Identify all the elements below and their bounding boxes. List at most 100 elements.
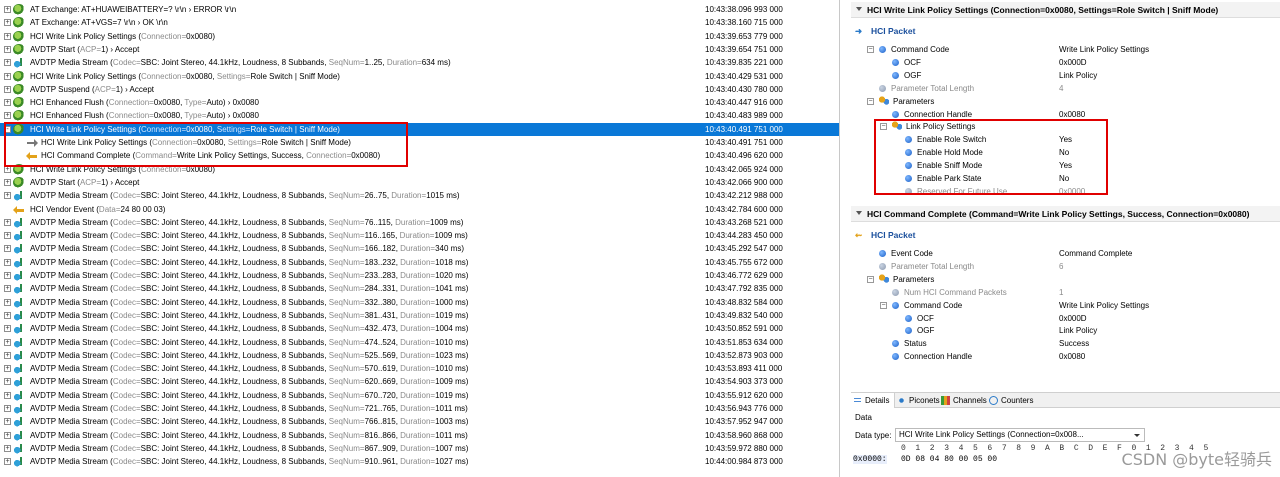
details-header-command[interactable]: HCI Write Link Policy Settings (Connecti…: [851, 2, 1280, 18]
tree-field[interactable]: Command Code: [892, 299, 962, 312]
tree-collapse-toggle[interactable]: −: [880, 301, 887, 309]
expand-toggle[interactable]: +: [4, 112, 11, 120]
tab-details[interactable]: Details: [851, 393, 895, 408]
packet-row[interactable]: + AVDTP Media Stream (Codec=SBC: Joint St…: [0, 389, 839, 402]
tree-field[interactable]: OCF: [905, 312, 934, 325]
tree-field[interactable]: OGF: [905, 324, 934, 337]
expand-toggle[interactable]: +: [4, 351, 11, 359]
expand-toggle[interactable]: +: [4, 258, 11, 266]
packet-row[interactable]: + AVDTP Media Stream (Codec=SBC: Joint St…: [0, 282, 839, 295]
packet-row[interactable]: + AVDTP Media Stream (Codec=SBC: Joint St…: [0, 336, 839, 349]
packet-row[interactable]: + AVDTP Media Stream (Codec=SBC: Joint St…: [0, 429, 839, 442]
field-dot-icon: [892, 71, 899, 79]
packet-row[interactable]: + AVDTP Media Stream (Codec=SBC: Joint St…: [0, 375, 839, 388]
tree-collapse-toggle[interactable]: −: [867, 46, 874, 53]
tab-piconets[interactable]: Piconets: [895, 393, 940, 408]
packet-row[interactable]: + AVDTP Media Stream (Codec=SBC: Joint St…: [0, 256, 839, 269]
hci-packet-node-2[interactable]: ⇜ HCI Packet: [855, 230, 915, 241]
packet-row[interactable]: HCI Vendor Event (Data=24 80 00 03) 10:43…: [0, 203, 839, 216]
tree-field[interactable]: Command Code: [879, 43, 949, 56]
tree-collapse-toggle[interactable]: −: [867, 97, 874, 105]
packet-row[interactable]: + HCI Write Link Policy Settings (Connect…: [0, 30, 839, 43]
music-icon: [13, 456, 25, 468]
expand-toggle[interactable]: +: [4, 272, 11, 279]
expand-toggle[interactable]: +: [4, 338, 11, 346]
packet-row[interactable]: + HCI Enhanced Flush (Connection=0x0080, …: [0, 109, 839, 122]
expand-toggle[interactable]: +: [4, 458, 11, 466]
summary-text: AVDTP Media Stream (: [30, 324, 113, 334]
expand-toggle[interactable]: +: [4, 365, 11, 373]
packet-row[interactable]: + AVDTP Suspend (ACP=1) › Accept 10:43:40.…: [0, 83, 839, 96]
packet-row[interactable]: + AVDTP Start (ACP=1) › Accept 10:43:39.65…: [0, 43, 839, 56]
tree-field[interactable]: Parameter Total Length: [879, 82, 974, 95]
packet-row[interactable]: + AVDTP Media Stream (Codec=SBC: Joint St…: [0, 309, 839, 322]
summary-text: ): [456, 191, 460, 201]
data-type-select[interactable]: HCI Write Link Policy Settings (Connecti…: [895, 428, 1145, 442]
tree-collapse-toggle[interactable]: −: [867, 275, 874, 283]
packet-list[interactable]: + AT Exchange: AT+HUAWEIBATTERY=? \r\n › …: [0, 0, 840, 477]
packet-row[interactable]: + AVDTP Media Stream (Codec=SBC: Joint St…: [0, 216, 839, 229]
expand-toggle[interactable]: +: [4, 232, 11, 240]
packet-row[interactable]: + AVDTP Media Stream (Codec=SBC: Joint St…: [0, 269, 839, 282]
expand-toggle[interactable]: +: [4, 192, 11, 200]
details-icon: [853, 396, 862, 405]
tab-channels[interactable]: Channels: [939, 393, 987, 408]
expand-toggle[interactable]: +: [4, 405, 11, 412]
expand-toggle[interactable]: +: [4, 218, 11, 226]
packet-row[interactable]: + AVDTP Media Stream (Codec=SBC: Joint St…: [0, 322, 839, 335]
expand-toggle[interactable]: +: [4, 298, 11, 306]
packet-row[interactable]: + AVDTP Start (ACP=1) › Accept 10:43:42.06…: [0, 176, 839, 189]
packet-row[interactable]: + AVDTP Media Stream (Codec=SBC: Joint St…: [0, 362, 839, 375]
tree-field[interactable]: Parameter Total Length: [879, 260, 974, 273]
packet-timestamp: 10:43:39.654 751 000: [705, 44, 783, 54]
packet-row[interactable]: + AT Exchange: AT+HUAWEIBATTERY=? \r\n › …: [0, 3, 839, 16]
expand-toggle[interactable]: +: [4, 325, 11, 333]
tree-field[interactable]: OGF: [892, 69, 921, 82]
packet-summary: AVDTP Media Stream (Codec=SBC: Joint Ste…: [30, 296, 690, 309]
packet-row[interactable]: + AT Exchange: AT+VGS=7 \r\n › OK \r\n 10:…: [0, 16, 839, 29]
hex-bytes[interactable]: 0D 08 04 80 00 05 00: [901, 455, 997, 464]
hci-packet-node-1[interactable]: ➜ HCI Packet: [855, 26, 915, 37]
packet-row[interactable]: + AVDTP Media Stream (Codec=SBC: Joint St…: [0, 56, 839, 69]
expand-toggle[interactable]: +: [4, 85, 11, 93]
packet-row[interactable]: + AVDTP Media Stream (Codec=SBC: Joint St…: [0, 455, 839, 468]
packet-row[interactable]: + AVDTP Media Stream (Codec=SBC: Joint St…: [0, 296, 839, 309]
expand-toggle[interactable]: +: [4, 431, 11, 439]
packet-row[interactable]: + AVDTP Media Stream (Codec=SBC: Joint St…: [0, 189, 839, 202]
tree-field[interactable]: Event Code: [879, 247, 933, 260]
expand-toggle[interactable]: +: [4, 72, 11, 80]
packet-row[interactable]: + AVDTP Media Stream (Codec=SBC: Joint St…: [0, 349, 839, 362]
packet-row[interactable]: + HCI Write Link Policy Settings (Connect…: [0, 70, 839, 83]
expand-toggle[interactable]: +: [4, 311, 11, 319]
expand-toggle[interactable]: +: [4, 378, 11, 386]
tree-field[interactable]: Parameters: [879, 95, 934, 108]
packet-row[interactable]: + AVDTP Media Stream (Codec=SBC: Joint St…: [0, 242, 839, 255]
expand-toggle[interactable]: +: [4, 444, 11, 452]
packet-row[interactable]: + AVDTP Media Stream (Codec=SBC: Joint St…: [0, 229, 839, 242]
expand-toggle[interactable]: +: [4, 6, 11, 13]
expand-toggle[interactable]: +: [4, 32, 11, 40]
field-value: 1020 ms: [435, 271, 466, 280]
tree-field[interactable]: Num HCI Command Packets: [892, 286, 1007, 299]
expand-toggle[interactable]: +: [4, 391, 11, 399]
expand-toggle[interactable]: +: [4, 245, 11, 253]
tab-counters[interactable]: Counters: [987, 393, 1039, 408]
gear-icon: [13, 4, 25, 15]
field-name: Codec=: [112, 284, 141, 294]
packet-row[interactable]: + AVDTP Media Stream (Codec=SBC: Joint St…: [0, 442, 839, 455]
expand-toggle[interactable]: +: [4, 59, 11, 67]
expand-toggle[interactable]: +: [4, 45, 11, 53]
expand-toggle[interactable]: +: [4, 285, 11, 293]
tree-field[interactable]: Parameters: [879, 273, 934, 286]
packet-row[interactable]: + HCI Enhanced Flush (Connection=0x0080, …: [0, 96, 839, 109]
packet-row[interactable]: + AVDTP Media Stream (Codec=SBC: Joint St…: [0, 415, 839, 428]
details-header-event[interactable]: HCI Command Complete (Command=Write Link…: [851, 206, 1280, 222]
expand-toggle[interactable]: +: [4, 178, 11, 186]
expand-toggle[interactable]: +: [4, 418, 11, 426]
packet-row[interactable]: + AVDTP Media Stream (Codec=SBC: Joint St…: [0, 402, 839, 415]
expand-toggle[interactable]: +: [4, 99, 11, 107]
expand-toggle[interactable]: +: [4, 19, 11, 27]
tree-field[interactable]: Connection Handle: [892, 350, 972, 363]
tree-field[interactable]: Status: [892, 337, 927, 350]
tree-field[interactable]: OCF: [892, 56, 921, 69]
